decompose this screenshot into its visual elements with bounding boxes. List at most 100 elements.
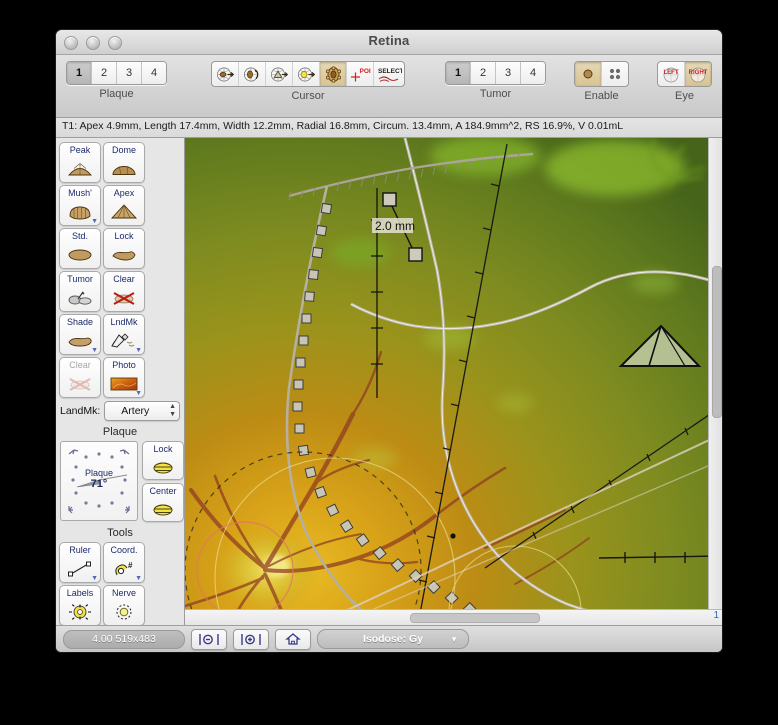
- coord-button[interactable]: Coord. # ▼: [103, 542, 145, 583]
- enable-strip[interactable]: [574, 61, 629, 87]
- apex-button[interactable]: Apex: [103, 185, 145, 226]
- toolbar-label-cursor: Cursor: [291, 90, 324, 102]
- shade-icon: [66, 327, 94, 354]
- plaque-select-icon[interactable]: [319, 62, 346, 86]
- chevron-down-icon[interactable]: ▼: [91, 218, 98, 225]
- clear-landmark-button[interactable]: Clear: [59, 357, 101, 398]
- plaque-dial-label: Plaque: [85, 468, 113, 478]
- dome-button[interactable]: Dome: [103, 142, 145, 183]
- plaque-rotation-dial[interactable]: Plaque 71°: [60, 441, 138, 521]
- landmark-button[interactable]: LndMk ▼: [103, 314, 145, 355]
- chevron-down-icon[interactable]: ▼: [135, 390, 142, 397]
- horizontal-scroll-thumb[interactable]: [410, 613, 540, 623]
- main-toolbar: 1 2 3 4 Plaque: [56, 55, 722, 118]
- chevron-down-icon[interactable]: ▼: [135, 347, 142, 354]
- plaque-center-icon: [151, 496, 175, 521]
- dome-icon: [110, 155, 138, 182]
- chevron-down-icon[interactable]: ▼: [450, 635, 458, 644]
- zoom-in-button[interactable]: [233, 629, 269, 650]
- plaque-center-button[interactable]: Center: [142, 483, 184, 522]
- svg-text:RIGHT: RIGHT: [689, 70, 708, 76]
- page-indicator: 1: [713, 610, 719, 621]
- labels-label: Labels: [67, 588, 94, 598]
- ruler-button[interactable]: Ruler ▼: [59, 542, 101, 583]
- landmark-label: LndMk: [110, 317, 137, 327]
- right-eye-icon[interactable]: RIGHT: [684, 62, 711, 86]
- single-dot-icon[interactable]: [575, 62, 601, 86]
- mushroom-button[interactable]: Mush' ▼: [59, 185, 101, 226]
- apex-cone-icon: [110, 198, 138, 225]
- poi-icon[interactable]: POI: [346, 62, 373, 86]
- lock-shape-button[interactable]: Lock: [103, 228, 145, 269]
- mushroom-label: Mush': [68, 188, 92, 198]
- chevron-down-icon[interactable]: ▼: [135, 575, 142, 582]
- tumor-status-line: T1: Apex 4.9mm, Length 17.4mm, Width 12.…: [56, 118, 722, 138]
- tumor-label: Tumor: [67, 274, 93, 284]
- apex-move-icon[interactable]: [265, 62, 292, 86]
- vertical-scroll-thumb[interactable]: [712, 266, 722, 418]
- plaque-option-4[interactable]: 4: [141, 62, 166, 84]
- plaque-lock-icon: [151, 454, 175, 479]
- landmark-select-value: Artery: [121, 405, 149, 417]
- nerve-button[interactable]: Nerve: [103, 585, 145, 625]
- photo-button[interactable]: Photo ▼: [103, 357, 145, 398]
- landmark-row: LandMk: Artery ▲▼: [56, 398, 184, 421]
- vertical-scrollbar[interactable]: [708, 138, 722, 609]
- apex-label: Apex: [114, 188, 135, 198]
- clear-tumor-button[interactable]: Clear: [103, 271, 145, 312]
- home-icon: [285, 632, 301, 646]
- tumor-segmented-control[interactable]: 1 2 3 4: [445, 61, 546, 85]
- toolbar-label-enable: Enable: [584, 90, 618, 102]
- fundus-canvas[interactable]: 2.0 mm: [185, 138, 722, 609]
- eye-strip[interactable]: LEFT RIGHT: [657, 61, 712, 87]
- landmark-select[interactable]: Artery ▲▼: [104, 401, 180, 421]
- tumor-option-1[interactable]: 1: [446, 62, 470, 84]
- shade-label: Shade: [67, 317, 93, 327]
- ruler-label: Ruler: [69, 545, 91, 555]
- shade-button[interactable]: Shade ▼: [59, 314, 101, 355]
- point-move-icon[interactable]: [292, 62, 319, 86]
- toolbar-group-enable: Enable: [574, 61, 629, 102]
- select-icon[interactable]: SELECT: [373, 62, 404, 86]
- zoom-out-icon: [198, 633, 220, 646]
- plaque-segmented-control[interactable]: 1 2 3 4: [66, 61, 167, 85]
- toolbar-label-plaque: Plaque: [99, 88, 133, 100]
- clear-landmark-icon: [66, 370, 94, 397]
- tumor-option-2[interactable]: 2: [470, 62, 495, 84]
- labels-button[interactable]: Labels: [59, 585, 101, 625]
- horizontal-scrollbar[interactable]: 1: [185, 609, 722, 625]
- shape-tool-grid: Peak Dome: [56, 142, 184, 398]
- left-eye-icon[interactable]: LEFT: [658, 62, 684, 86]
- rotate-plaque-icon[interactable]: [238, 62, 265, 86]
- image-viewer: 2.0 mm: [185, 138, 722, 625]
- chevron-down-icon[interactable]: ▼: [91, 347, 98, 354]
- four-dots-icon[interactable]: [601, 62, 628, 86]
- clear-tumor-label: Clear: [113, 274, 135, 284]
- peak-button[interactable]: Peak: [59, 142, 101, 183]
- plaque-option-3[interactable]: 3: [116, 62, 141, 84]
- plaque-center-label: Center: [149, 486, 176, 496]
- coord-label: Coord.: [110, 545, 137, 555]
- cursor-tool-strip[interactable]: POI SELECT: [211, 61, 405, 87]
- plaque-option-2[interactable]: 2: [91, 62, 116, 84]
- zoom-out-button[interactable]: [191, 629, 227, 650]
- chevron-down-icon[interactable]: ▼: [91, 575, 98, 582]
- plaque-lock-button[interactable]: Lock: [142, 441, 184, 480]
- tumor-button[interactable]: Tumor: [59, 271, 101, 312]
- standard-button[interactable]: Std.: [59, 228, 101, 269]
- svg-text:SELECT: SELECT: [378, 68, 402, 75]
- stepper-icon[interactable]: ▲▼: [169, 403, 176, 419]
- tumor-icon: [66, 284, 94, 311]
- move-plaque-icon[interactable]: [212, 62, 238, 86]
- window-titlebar[interactable]: Retina: [56, 30, 722, 55]
- section-title-tools: Tools: [56, 527, 184, 539]
- mushroom-icon: [66, 198, 94, 225]
- lock-shape-label: Lock: [114, 231, 133, 241]
- tumor-option-3[interactable]: 3: [495, 62, 520, 84]
- isodose-units-popup[interactable]: Isodose: Gy ▼: [317, 629, 469, 649]
- peak-label: Peak: [70, 145, 91, 155]
- plaque-option-1[interactable]: 1: [67, 62, 91, 84]
- toolbar-label-eye: Eye: [675, 90, 694, 102]
- tumor-option-4[interactable]: 4: [520, 62, 545, 84]
- home-button[interactable]: [275, 629, 311, 650]
